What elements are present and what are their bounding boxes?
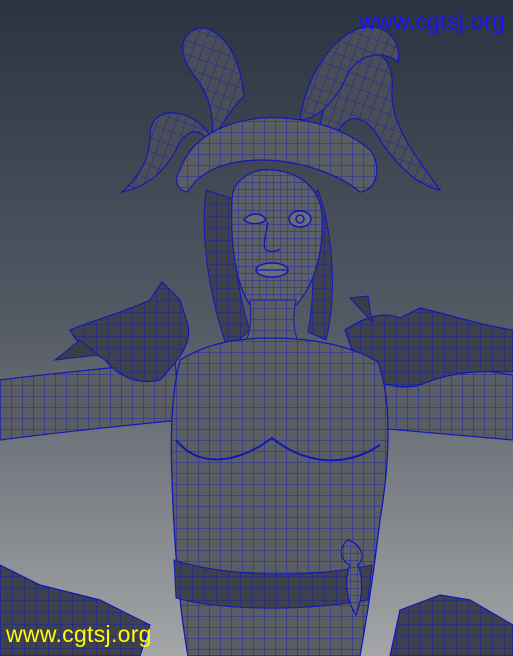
watermark-bottom: www.cgtsj.org (6, 621, 152, 647)
maya-viewport[interactable]: www.cgtsj.org www.cgtsj.org (0, 0, 513, 656)
viewport-canvas (0, 0, 513, 656)
watermark-top: www.cgtsj.org (359, 8, 505, 34)
right-eye (288, 210, 312, 228)
